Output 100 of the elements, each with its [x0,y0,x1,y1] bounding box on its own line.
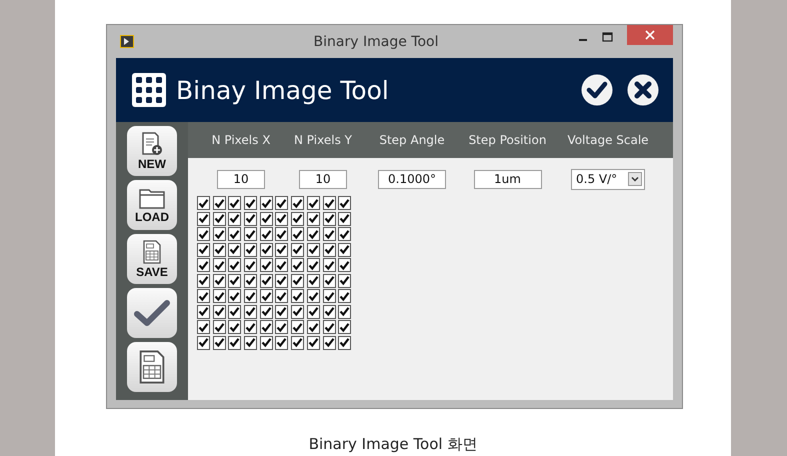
input-field[interactable]: 1um [474,170,542,188]
check-button[interactable] [127,288,177,338]
checkbox[interactable] [260,320,273,334]
checkbox[interactable] [306,258,320,272]
input-field[interactable]: 10 [217,170,265,188]
checkbox[interactable] [212,212,226,226]
checkbox[interactable] [291,196,304,210]
checkbox[interactable] [228,336,242,350]
checkbox[interactable] [291,320,304,334]
checkbox[interactable] [291,258,304,272]
checkbox[interactable] [244,274,258,288]
checkbox[interactable] [338,289,352,303]
checkbox[interactable] [291,336,304,350]
checkbox[interactable] [322,212,336,226]
checkbox[interactable] [244,336,258,350]
checkbox[interactable] [212,242,226,256]
checkbox[interactable] [338,320,352,334]
checkbox[interactable] [260,212,273,226]
checkbox[interactable] [197,227,210,241]
checkbox[interactable] [291,242,304,256]
checkbox[interactable] [275,227,288,241]
checkbox[interactable] [275,212,288,226]
checkbox[interactable] [306,242,320,256]
checkbox[interactable] [197,289,210,303]
checkbox[interactable] [212,320,226,334]
checkbox[interactable] [212,336,226,350]
checkbox[interactable] [260,258,273,272]
checkbox[interactable] [322,289,336,303]
checkbox[interactable] [244,258,258,272]
checkbox[interactable] [260,227,273,241]
checkbox[interactable] [306,227,320,241]
checkbox[interactable] [338,304,352,318]
new-button[interactable]: NEW [127,126,177,176]
checkbox[interactable] [338,336,352,350]
checkbox[interactable] [228,196,242,210]
checkbox[interactable] [291,274,304,288]
dropdown[interactable]: 0.5 V/° [571,168,645,190]
checkbox[interactable] [228,320,242,334]
checkbox[interactable] [197,336,210,350]
checkbox[interactable] [244,212,258,226]
checkbox[interactable] [212,258,226,272]
checkbox[interactable] [260,274,273,288]
checkbox[interactable] [228,212,242,226]
checkbox[interactable] [275,289,288,303]
checkbox[interactable] [322,196,336,210]
checkbox[interactable] [244,242,258,256]
checkbox[interactable] [306,212,320,226]
checkbox[interactable] [306,320,320,334]
checkbox[interactable] [228,242,242,256]
checkbox[interactable] [275,242,288,256]
checkbox[interactable] [338,274,352,288]
checkbox[interactable] [275,320,288,334]
checkbox[interactable] [244,289,258,303]
checkbox[interactable] [338,258,352,272]
checkbox[interactable] [197,274,210,288]
checkbox[interactable] [322,304,336,318]
checkbox[interactable] [260,304,273,318]
checkbox[interactable] [244,304,258,318]
input-field[interactable]: 0.1000° [378,170,446,188]
checkbox[interactable] [244,320,258,334]
checkbox[interactable] [197,212,210,226]
checkbox[interactable] [244,227,258,241]
checkbox[interactable] [197,196,210,210]
checkbox[interactable] [291,227,304,241]
checkbox[interactable] [228,227,242,241]
checkbox[interactable] [260,336,273,350]
card-button[interactable] [127,342,177,392]
check-icon[interactable] [581,74,613,106]
checkbox[interactable] [212,289,226,303]
checkbox[interactable] [322,227,336,241]
checkbox[interactable] [275,196,288,210]
checkbox[interactable] [322,274,336,288]
checkbox[interactable] [338,212,352,226]
checkbox[interactable] [197,258,210,272]
close-icon[interactable] [627,74,659,106]
checkbox[interactable] [291,289,304,303]
save-button[interactable]: SAVE [127,234,177,284]
checkbox[interactable] [275,304,288,318]
checkbox[interactable] [306,196,320,210]
maximize-icon[interactable] [602,32,613,42]
checkbox[interactable] [338,196,352,210]
checkbox[interactable] [275,336,288,350]
checkbox[interactable] [212,274,226,288]
checkbox[interactable] [275,258,288,272]
checkbox[interactable] [306,289,320,303]
checkbox[interactable] [322,320,336,334]
checkbox[interactable] [228,258,242,272]
checkbox[interactable] [212,304,226,318]
checkbox[interactable] [212,196,226,210]
checkbox[interactable] [306,336,320,350]
checkbox[interactable] [260,196,273,210]
input-field[interactable]: 10 [299,170,347,188]
checkbox[interactable] [197,242,210,256]
close-button[interactable] [627,25,673,45]
checkbox[interactable] [322,258,336,272]
checkbox[interactable] [275,274,288,288]
checkbox[interactable] [291,304,304,318]
checkbox[interactable] [322,242,336,256]
checkbox[interactable] [306,304,320,318]
checkbox[interactable] [228,274,242,288]
